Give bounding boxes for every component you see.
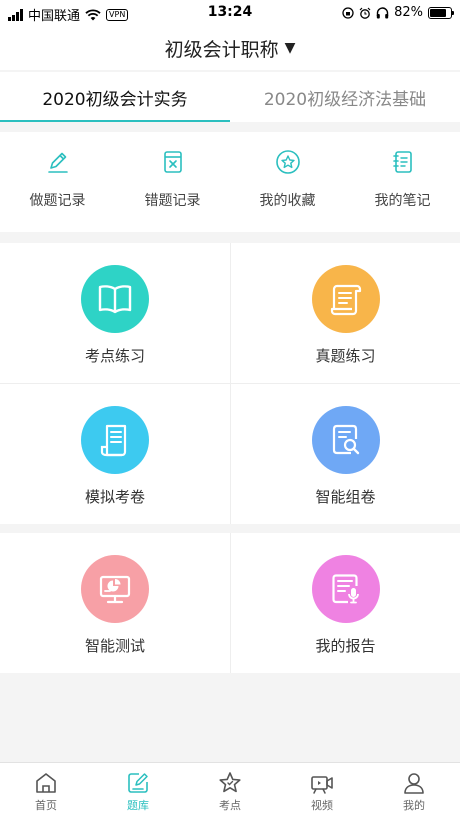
question-bank-icon <box>128 773 148 793</box>
status-right: 82% <box>342 5 454 20</box>
mock-exam-button[interactable]: 模拟考卷 <box>0 384 230 524</box>
open-book-icon <box>98 285 132 314</box>
nav-label: 首页 <box>35 799 57 812</box>
battery-icon <box>428 6 454 19</box>
module-icon-circle <box>81 265 149 333</box>
quick-action-label: 我的收藏 <box>259 193 316 209</box>
my-notes-button[interactable]: 我的笔记 <box>345 132 460 232</box>
nav-label: 考点 <box>219 799 241 812</box>
nav-question-bank[interactable]: 题库 <box>92 763 184 818</box>
wrong-questions-button[interactable]: 错题记录 <box>115 132 230 232</box>
page-title: 初级会计职称 <box>164 38 279 61</box>
smart-paper-button[interactable]: 智能组卷 <box>230 384 460 524</box>
video-camera-icon <box>311 776 333 794</box>
module-label: 智能组卷 <box>315 488 376 506</box>
exam-selector[interactable]: 初级会计职称 ▼ <box>0 26 460 70</box>
battery-percent: 82% <box>394 5 423 20</box>
orientation-lock-icon <box>342 6 354 19</box>
headphones-icon <box>376 6 389 18</box>
report-microphone-icon <box>331 574 359 604</box>
module-label: 真题练习 <box>315 347 376 365</box>
module-row: 考点练习 真题练习 <box>0 243 460 383</box>
tab-economic-law[interactable]: 2020初级经济法基础 <box>230 72 460 122</box>
user-icon <box>404 773 424 794</box>
wrong-questions-icon <box>163 151 182 173</box>
tab-accounting-practice[interactable]: 2020初级会计实务 <box>0 72 230 122</box>
quick-action-label: 错题记录 <box>144 193 201 209</box>
nav-label: 题库 <box>127 799 149 812</box>
module-icon-circle <box>311 406 380 474</box>
module-icon-circle <box>311 265 380 333</box>
alarm-icon <box>359 7 371 19</box>
module-row: 智能测试 我的报告 <box>0 533 460 673</box>
module-icon-circle <box>81 555 149 623</box>
past-exams-practice-button[interactable]: 真题练习 <box>230 243 460 383</box>
module-icon-circle <box>81 406 149 474</box>
document-search-icon <box>332 424 359 455</box>
module-label: 模拟考卷 <box>84 488 145 506</box>
caret-down-icon: ▼ <box>284 40 296 56</box>
monitor-chart-icon <box>99 575 131 604</box>
nav-key-points[interactable]: 考点 <box>184 763 276 818</box>
status-bar: 中国联通 VPN 13:24 82% <box>0 0 460 26</box>
star-icon <box>275 150 300 174</box>
notebook-icon <box>392 151 412 173</box>
scroll-icon <box>330 284 361 316</box>
module-label: 考点练习 <box>84 347 145 365</box>
home-icon <box>36 773 56 793</box>
nav-home[interactable]: 首页 <box>0 763 92 818</box>
nav-label: 我的 <box>403 799 425 812</box>
key-points-practice-button[interactable]: 考点练习 <box>0 243 230 383</box>
my-report-button[interactable]: 我的报告 <box>230 533 460 673</box>
bottom-nav: 首页 题库 考点 视频 我的 <box>0 762 460 818</box>
quick-action-label: 我的笔记 <box>374 193 431 209</box>
my-favorites-button[interactable]: 我的收藏 <box>230 132 345 232</box>
subject-tabs: 2020初级会计实务 2020初级经济法基础 <box>0 72 460 122</box>
nav-profile[interactable]: 我的 <box>368 763 460 818</box>
smart-test-button[interactable]: 智能测试 <box>0 533 230 673</box>
module-row: 模拟考卷 智能组卷 <box>0 383 460 524</box>
practice-records-button[interactable]: 做题记录 <box>0 132 115 232</box>
nav-label: 视频 <box>311 799 333 812</box>
module-icon-circle <box>311 555 380 623</box>
pencil-icon <box>47 152 68 173</box>
quick-action-label: 做题记录 <box>29 193 86 209</box>
document-icon <box>100 424 127 457</box>
module-label: 智能测试 <box>84 637 145 655</box>
nav-video[interactable]: 视频 <box>276 763 368 818</box>
module-label: 我的报告 <box>315 637 376 655</box>
star-outline-icon <box>219 772 241 793</box>
quick-actions: 做题记录 错题记录 我的收藏 我的笔记 <box>0 132 460 232</box>
